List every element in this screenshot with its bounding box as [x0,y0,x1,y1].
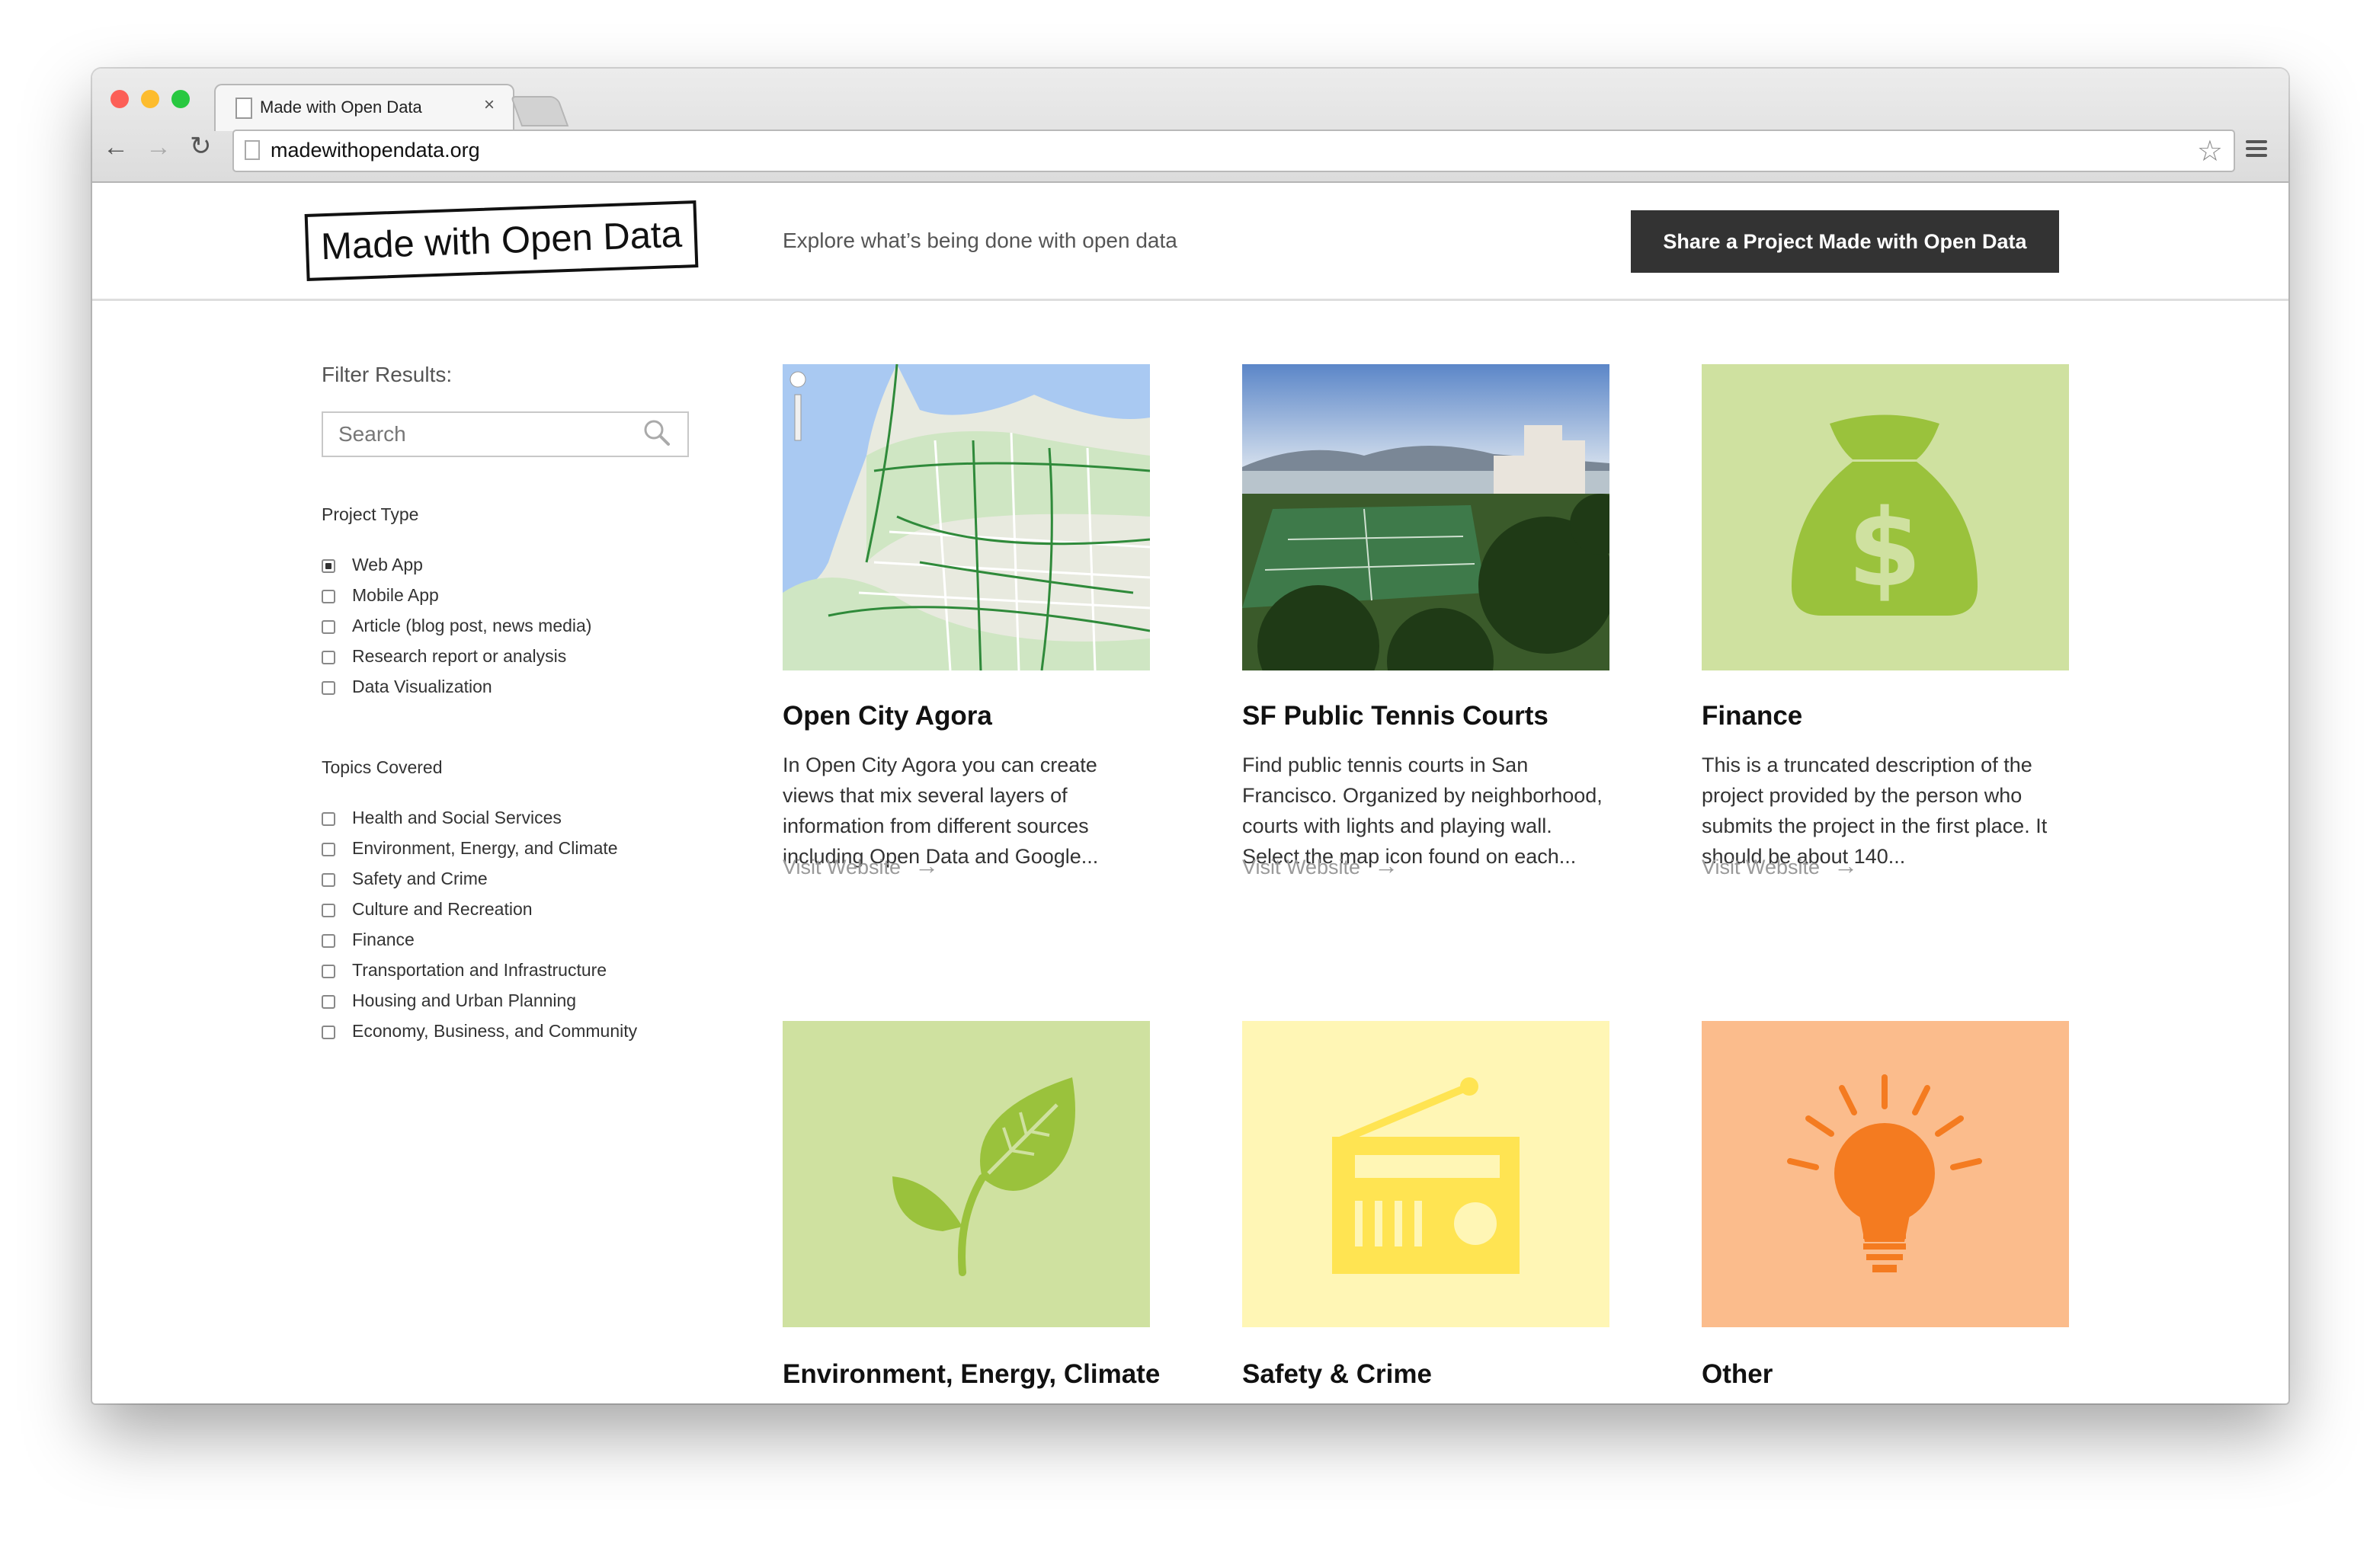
visit-label: Visit Website [1242,856,1361,878]
browser-tab[interactable]: Made with Open Data × [214,84,514,131]
site-header: Made with Open Data Explore what’s being… [92,183,2288,301]
reload-icon[interactable]: ↻ [190,131,212,162]
arrow-right-icon: → [1834,852,1859,879]
back-icon[interactable]: ← [103,133,129,162]
leaf-icon [783,1021,1150,1327]
card-title[interactable]: Other [1702,1359,1773,1390]
search-icon[interactable] [643,419,671,446]
map-thumbnail [783,364,1150,670]
checkbox[interactable] [322,934,335,948]
option-label: Research report or analysis [352,646,567,666]
card-title[interactable]: Open City Agora [783,701,992,731]
new-tab-button[interactable] [510,96,569,126]
checkbox[interactable] [322,812,335,826]
visit-website-link[interactable]: Visit Website → [1702,852,1858,880]
checkbox[interactable] [322,620,335,634]
search-input[interactable]: Search [322,411,689,457]
option-label: Article (blog post, news media) [352,616,592,635]
option-label: Data Visualization [352,677,492,696]
tab-close-icon[interactable]: × [484,94,495,116]
option-label: Web App [352,555,423,574]
address-bar[interactable]: madewithopendata.org ☆ [232,130,2235,172]
visit-label: Visit Website [1702,856,1821,878]
option-label: Culture and Recreation [352,899,533,919]
browser-window: Made with Open Data × ← → ↻ madewithopen… [92,69,2288,1403]
menu-icon[interactable] [2246,140,2267,161]
tagline: Explore what’s being done with open data [783,229,1177,252]
checkbox[interactable] [322,651,335,664]
lightbulb-icon [1702,1021,2069,1327]
project-type-title: Project Type [322,504,419,524]
card-title[interactable]: Safety & Crime [1242,1359,1432,1390]
arrow-right-icon: → [914,852,940,879]
topics-title: Topics Covered [322,757,443,777]
option-label: Safety and Crime [352,869,488,888]
browser-chrome: Made with Open Data × ← → ↻ madewithopen… [92,69,2288,183]
option-label: Housing and Urban Planning [352,990,577,1010]
maximize-window-button[interactable] [171,90,190,108]
tennis-photo [1242,364,1609,670]
visit-website-link[interactable]: Visit Website → [1242,852,1398,880]
page-icon [235,98,252,119]
url-text: madewithopendata.org [271,139,480,162]
checkbox[interactable] [322,559,335,573]
filter-label: Filter Results: [322,363,453,386]
arrow-right-icon: → [1374,852,1399,879]
checkbox[interactable] [322,843,335,856]
option-label: Health and Social Services [352,808,562,827]
checkbox[interactable] [322,681,335,695]
option-label: Economy, Business, and Community [352,1021,638,1041]
checkbox[interactable] [322,904,335,917]
option-label: Environment, Energy, and Climate [352,838,618,858]
bookmark-star-icon[interactable]: ☆ [2197,134,2223,168]
visit-website-link[interactable]: Visit Website → [783,852,939,880]
share-project-button[interactable]: Share a Project Made with Open Data [1631,210,2059,273]
card-title[interactable]: Finance [1702,701,1802,731]
option-label: Finance [352,930,415,949]
checkbox[interactable] [322,1026,335,1039]
card-title[interactable]: Environment, Energy, Climate [783,1359,1160,1390]
money-bag-icon: $ [1702,364,2069,670]
checkbox[interactable] [322,590,335,603]
card-title[interactable]: SF Public Tennis Courts [1242,701,1549,731]
minimize-window-button[interactable] [141,90,159,108]
radio-icon [1242,1021,1609,1327]
page-icon [245,140,260,160]
option-label: Transportation and Infrastructure [352,960,607,980]
tab-title: Made with Open Data [260,98,422,117]
site-logo[interactable]: Made with Open Data [304,200,699,281]
forward-icon[interactable]: → [146,133,171,162]
search-placeholder: Search [338,422,406,446]
checkbox[interactable] [322,995,335,1009]
checkbox[interactable] [322,965,335,978]
option-label: Mobile App [352,585,439,605]
checkbox[interactable] [322,873,335,887]
visit-label: Visit Website [783,856,902,878]
close-window-button[interactable] [110,90,129,108]
svg-text:$: $ [1847,487,1921,611]
